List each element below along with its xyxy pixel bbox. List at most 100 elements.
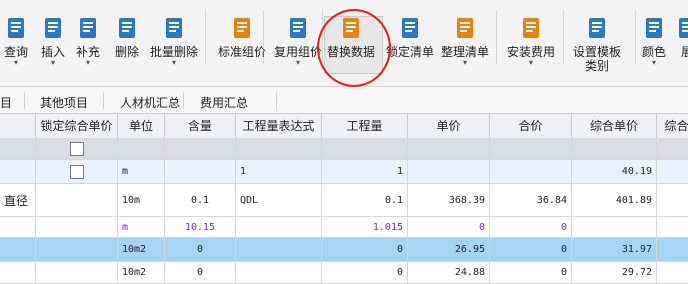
supplement-button[interactable]: 补充 ▾ <box>76 16 100 67</box>
table-cell-unit[interactable]: m <box>118 160 165 183</box>
table-cell-unit[interactable]: 10m2 <box>118 262 165 283</box>
table-cell-price[interactable] <box>408 160 490 183</box>
table-cell-c0[interactable] <box>0 262 36 283</box>
table-cell-unit[interactable]: 10m2 <box>118 238 165 261</box>
column-header-3[interactable]: 含量 <box>165 114 236 138</box>
column-header-4[interactable]: 工程量表达式 <box>236 114 322 138</box>
table-cell-expr[interactable] <box>236 217 322 237</box>
table-cell-qty[interactable]: 0 <box>322 262 408 283</box>
column-header-5[interactable]: 工程量 <box>322 114 408 138</box>
tab-0[interactable]: 目 <box>0 94 12 111</box>
table-cell-content[interactable] <box>165 160 236 183</box>
table-cell-content[interactable]: 10.15 <box>165 217 236 237</box>
table-cell-c0[interactable] <box>0 217 36 237</box>
insert-button[interactable]: 插入 ▾ <box>41 16 65 67</box>
table-cell-qty[interactable]: 1 <box>322 160 408 183</box>
table-cell-lock[interactable] <box>36 138 118 159</box>
table-cell-c0[interactable] <box>0 238 36 261</box>
column-header-1[interactable]: 锁定综合单价 <box>36 114 118 138</box>
table-cell-lock[interactable] <box>36 160 118 183</box>
template-category-button[interactable]: 设置模板 类别 <box>573 16 621 73</box>
table-row[interactable]: 10m2 0 0 24.88 0 29.72 <box>0 262 688 284</box>
reuse-pricing-button[interactable]: 复用组价 ▾ <box>274 16 322 67</box>
organize-list-button[interactable]: 整理清单 ▾ <box>441 16 489 67</box>
dropdown-arrow-icon[interactable]: ▾ <box>642 59 666 67</box>
batch-delete-button[interactable]: 批量删除 ▾ <box>150 16 198 67</box>
dropdown-arrow-icon[interactable]: ▾ <box>507 59 555 67</box>
table-cell-extra[interactable] <box>657 262 688 283</box>
lock-price-checkbox[interactable] <box>69 141 84 156</box>
table-cell-total[interactable] <box>490 138 572 159</box>
table-cell-unitprice[interactable]: 31.97 <box>572 238 657 261</box>
table-cell-qty[interactable]: 0.1 <box>322 184 408 216</box>
lock-list-button[interactable]: 锁定清单 <box>386 16 434 59</box>
dropdown-arrow-icon[interactable]: ▾ <box>76 59 100 67</box>
column-header-2[interactable]: 单位 <box>118 114 165 138</box>
delete-button[interactable]: 删除 <box>115 16 139 59</box>
table-cell-content[interactable] <box>165 138 236 159</box>
table-cell-price[interactable]: 26.95 <box>408 238 490 261</box>
table-cell-expr[interactable]: QDL <box>236 184 322 216</box>
table-row[interactable]: m 1 1 40.19 <box>0 160 688 184</box>
dropdown-arrow-icon[interactable]: ▾ <box>274 59 322 67</box>
table-cell-extra[interactable] <box>657 217 688 237</box>
table-row[interactable]: 直径 10m 0.1 QDL 0.1 368.39 36.84 401.89 <box>0 184 688 217</box>
install-cost-button[interactable]: 安装费用 ▾ <box>507 16 555 67</box>
table-cell-unitprice[interactable]: 29.72 <box>572 262 657 283</box>
table-cell-content[interactable]: 0 <box>165 262 236 283</box>
table-cell-total[interactable]: 36.84 <box>490 184 572 216</box>
column-header-7[interactable]: 合价 <box>490 114 572 138</box>
table-cell-price[interactable]: 368.39 <box>408 184 490 216</box>
standard-pricing-button[interactable]: 标准组价 <box>218 16 266 59</box>
table-cell-qty[interactable]: 1.015 <box>322 217 408 237</box>
table-cell-price[interactable] <box>408 138 490 159</box>
table-cell-unit[interactable]: m <box>118 217 165 237</box>
table-cell-lock[interactable] <box>36 262 118 283</box>
table-cell-total[interactable]: 0 <box>490 262 572 283</box>
column-header-6[interactable]: 单价 <box>408 114 490 138</box>
table-cell-c0[interactable] <box>0 160 36 183</box>
column-header-9[interactable]: 综合 <box>657 114 688 138</box>
table-cell-c0[interactable] <box>0 138 36 159</box>
table-cell-unit[interactable] <box>118 138 165 159</box>
table-cell-qty[interactable]: 0 <box>322 238 408 261</box>
table-cell-lock[interactable] <box>36 217 118 237</box>
table-cell-lock[interactable] <box>36 238 118 261</box>
tab-1[interactable]: 其他项目 <box>40 94 88 111</box>
column-header-0[interactable] <box>0 114 36 138</box>
query-button[interactable]: 查询 ▾ <box>4 16 28 67</box>
table-cell-content[interactable]: 0.1 <box>165 184 236 216</box>
table-cell-expr[interactable] <box>236 262 322 283</box>
table-cell-extra[interactable] <box>657 238 688 261</box>
table-row[interactable] <box>0 138 688 160</box>
table-cell-price[interactable]: 24.88 <box>408 262 490 283</box>
tab-3[interactable]: 费用汇总 <box>200 94 248 111</box>
table-cell-extra[interactable] <box>657 160 688 183</box>
dropdown-arrow-icon[interactable]: ▾ <box>441 59 489 67</box>
table-cell-c0[interactable]: 直径 <box>0 184 36 216</box>
table-cell-price[interactable]: 0 <box>408 217 490 237</box>
column-header-8[interactable]: 综合单价 <box>572 114 657 138</box>
dropdown-arrow-icon[interactable]: ▾ <box>4 59 28 67</box>
table-row[interactable]: 10m2 0 0 26.95 0 31.97 <box>0 238 688 262</box>
table-cell-extra[interactable] <box>657 138 688 159</box>
table-row[interactable]: m 10.15 1.015 0 0 <box>0 217 688 238</box>
table-cell-total[interactable]: 0 <box>490 217 572 237</box>
dropdown-arrow-icon[interactable]: ▾ <box>150 59 198 67</box>
table-cell-expr[interactable] <box>236 238 322 261</box>
table-cell-unitprice[interactable] <box>572 217 657 237</box>
table-cell-lock[interactable] <box>36 184 118 216</box>
tab-2[interactable]: 人材机汇总 <box>120 94 180 111</box>
color-button[interactable]: 颜色 ▾ <box>642 16 666 67</box>
dropdown-arrow-icon[interactable]: ▾ <box>41 59 65 67</box>
table-cell-unitprice[interactable] <box>572 138 657 159</box>
table-cell-unitprice[interactable]: 40.19 <box>572 160 657 183</box>
table-cell-unit[interactable]: 10m <box>118 184 165 216</box>
lock-price-checkbox[interactable] <box>69 164 84 179</box>
table-cell-unitprice[interactable]: 401.89 <box>572 184 657 216</box>
table-cell-extra[interactable] <box>657 184 688 216</box>
table-cell-total[interactable] <box>490 160 572 183</box>
table-cell-qty[interactable] <box>322 138 408 159</box>
expand-button[interactable]: 展 <box>676 16 688 59</box>
table-cell-content[interactable]: 0 <box>165 238 236 261</box>
